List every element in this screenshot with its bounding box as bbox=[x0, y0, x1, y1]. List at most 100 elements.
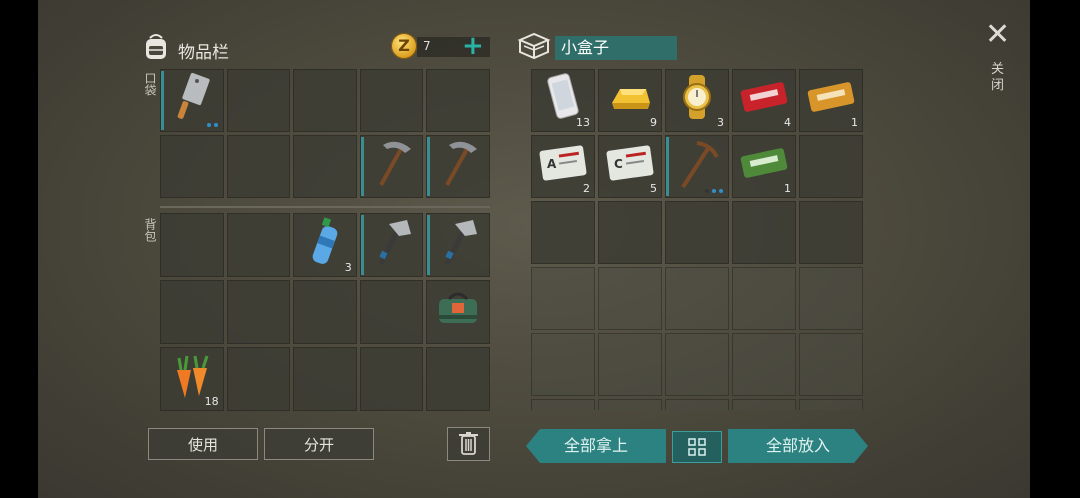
slot-hatchet[interactable] bbox=[359, 213, 424, 277]
slot-carrots[interactable]: 18 bbox=[160, 347, 224, 411]
empty-slot[interactable] bbox=[799, 399, 863, 410]
take-all-button[interactable]: 全部拿上 bbox=[526, 429, 666, 463]
empty-slot[interactable] bbox=[531, 267, 595, 330]
empty-slot[interactable] bbox=[531, 201, 595, 264]
empty-slot[interactable] bbox=[531, 399, 595, 410]
empty-slot[interactable] bbox=[359, 69, 424, 132]
empty-slot[interactable] bbox=[293, 69, 357, 132]
empty-slot[interactable] bbox=[665, 201, 729, 264]
box-grid: 13 9 3 4 1 A 2 C 5 1 bbox=[531, 69, 863, 410]
water-bottle-icon bbox=[307, 214, 343, 274]
empty-slot[interactable] bbox=[160, 213, 224, 277]
trash-icon bbox=[459, 432, 478, 455]
pocket-grid bbox=[160, 69, 490, 198]
red-coupon-icon bbox=[738, 80, 790, 118]
empty-slot[interactable] bbox=[732, 333, 796, 396]
empty-slot[interactable] bbox=[226, 213, 291, 277]
split-button[interactable]: 分开 bbox=[264, 428, 374, 460]
trash-button[interactable] bbox=[447, 427, 490, 461]
coin-icon: Z bbox=[391, 33, 417, 59]
empty-slot[interactable] bbox=[531, 333, 595, 396]
item-count: 9 bbox=[650, 116, 657, 129]
slot-pickaxe[interactable] bbox=[359, 135, 424, 198]
box-name[interactable]: 小盒子 bbox=[555, 36, 677, 60]
inventory-title: 物品栏 bbox=[178, 43, 229, 63]
empty-slot[interactable] bbox=[160, 280, 224, 344]
empty-slot[interactable] bbox=[226, 69, 291, 132]
item-count: 2 bbox=[583, 182, 590, 195]
empty-slot[interactable] bbox=[799, 135, 863, 198]
item-count: 1 bbox=[851, 116, 858, 129]
empty-slot[interactable] bbox=[598, 267, 662, 330]
hatchet-icon bbox=[369, 214, 415, 274]
empty-slot[interactable] bbox=[799, 267, 863, 330]
slot-hatchet[interactable] bbox=[426, 213, 490, 277]
empty-slot[interactable] bbox=[226, 280, 291, 344]
durability-bar bbox=[427, 215, 431, 275]
empty-slot[interactable] bbox=[293, 347, 357, 411]
hatchet-icon bbox=[435, 214, 481, 274]
item-count: 13 bbox=[576, 116, 590, 129]
empty-slot[interactable] bbox=[665, 399, 729, 410]
item-count: 3 bbox=[344, 261, 352, 274]
empty-slot[interactable] bbox=[359, 280, 424, 344]
phone-icon bbox=[546, 71, 580, 127]
empty-slot[interactable] bbox=[598, 201, 662, 264]
slot-army-card-a[interactable]: A2 bbox=[531, 135, 595, 198]
empty-slot[interactable] bbox=[732, 201, 796, 264]
empty-slot[interactable] bbox=[665, 333, 729, 396]
slot-gold-bar[interactable]: 9 bbox=[598, 69, 662, 132]
army-card-a-icon: A bbox=[537, 144, 589, 186]
svg-text:C: C bbox=[614, 157, 623, 171]
empty-slot[interactable] bbox=[732, 267, 796, 330]
slot-green-coupon[interactable]: 1 bbox=[732, 135, 796, 198]
slot-phone[interactable]: 13 bbox=[531, 69, 595, 132]
empty-slot[interactable] bbox=[732, 399, 796, 410]
empty-slot[interactable] bbox=[293, 280, 357, 344]
durability-bar bbox=[161, 71, 164, 130]
empty-slot[interactable] bbox=[598, 399, 662, 410]
slot-water-bottle[interactable]: 3 bbox=[293, 213, 357, 277]
empty-slot[interactable] bbox=[359, 347, 424, 411]
slot-orange-coupon[interactable]: 1 bbox=[799, 69, 863, 132]
section-divider bbox=[160, 206, 490, 208]
pickaxe-icon bbox=[369, 135, 415, 195]
item-count: 5 bbox=[650, 182, 657, 195]
empty-slot[interactable] bbox=[160, 135, 224, 198]
empty-slot[interactable] bbox=[665, 267, 729, 330]
add-coins-button[interactable]: + bbox=[462, 31, 484, 61]
slot-wood-pickaxe[interactable] bbox=[665, 135, 729, 198]
sort-toggle-button[interactable] bbox=[672, 431, 722, 463]
empty-slot[interactable] bbox=[799, 201, 863, 264]
slot-red-coupon[interactable]: 4 bbox=[732, 69, 796, 132]
item-count: 4 bbox=[784, 116, 791, 129]
put-all-button[interactable]: 全部放入 bbox=[728, 429, 868, 463]
use-button[interactable]: 使用 bbox=[148, 428, 258, 460]
gold-watch-icon bbox=[675, 73, 719, 125]
empty-slot[interactable] bbox=[799, 333, 863, 396]
slot-army-card-c[interactable]: C5 bbox=[598, 135, 662, 198]
gold-bar-icon bbox=[606, 77, 654, 121]
grid-sort-icon bbox=[688, 438, 706, 456]
backpack-icon bbox=[146, 34, 166, 59]
backpack-label: 背包 bbox=[143, 218, 157, 242]
empty-slot[interactable] bbox=[226, 135, 291, 198]
empty-slot[interactable] bbox=[293, 135, 357, 198]
empty-slot[interactable] bbox=[426, 347, 490, 411]
slot-cleaver[interactable] bbox=[160, 69, 224, 132]
empty-slot[interactable] bbox=[426, 69, 490, 132]
durability-bar bbox=[427, 137, 431, 196]
item-count: 3 bbox=[717, 116, 724, 129]
slot-green-bag[interactable] bbox=[426, 280, 490, 344]
close-icon[interactable]: ✕ bbox=[985, 20, 1010, 50]
screen-edge bbox=[1030, 0, 1080, 498]
status-dots bbox=[206, 123, 218, 127]
slot-gold-watch[interactable]: 3 bbox=[665, 69, 729, 132]
green-bag-icon bbox=[435, 287, 481, 335]
slot-pickaxe[interactable] bbox=[426, 135, 490, 198]
army-card-c-icon: C bbox=[604, 144, 656, 186]
empty-slot[interactable] bbox=[598, 333, 662, 396]
close-label[interactable]: 关闭 bbox=[991, 62, 1005, 94]
empty-slot[interactable] bbox=[226, 347, 291, 411]
durability-bar bbox=[360, 215, 364, 275]
